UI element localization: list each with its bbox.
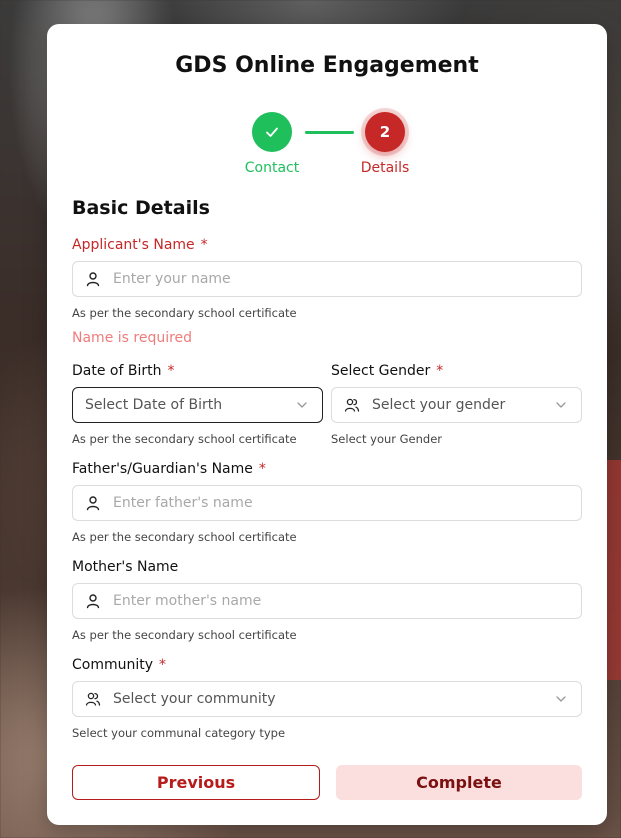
users-icon	[344, 398, 360, 412]
check-icon	[266, 127, 278, 137]
step-details-label: Details	[360, 160, 410, 176]
applicant-name-placeholder: Enter your name	[113, 271, 231, 287]
stepper: 2 Contact Details	[47, 112, 607, 182]
dob-label-text: Date of Birth	[72, 363, 162, 379]
step-details-indicator[interactable]: 2	[365, 112, 405, 152]
mother-name-helper: As per the secondary school certificate	[72, 628, 297, 642]
gender-helper: Select your Gender	[331, 432, 443, 446]
step-connector	[305, 131, 354, 134]
chevron-down-icon	[556, 402, 566, 408]
step-number: 2	[379, 123, 391, 141]
applicant-name-label-text: Applicant's Name	[72, 237, 195, 253]
step-contact-indicator[interactable]	[252, 112, 292, 152]
applicant-name-error: Name is required	[72, 330, 193, 346]
form-card: GDS Online Engagement 2 Contact Details …	[47, 24, 607, 825]
required-mark: *	[258, 461, 266, 477]
dob-placeholder: Select Date of Birth	[85, 397, 223, 413]
mother-name-label: Mother's Name	[72, 559, 179, 575]
gender-label-text: Select Gender	[331, 363, 431, 379]
previous-button[interactable]: Previous	[72, 765, 320, 800]
complete-button[interactable]: Complete	[336, 765, 582, 800]
required-mark: *	[200, 237, 208, 253]
user-icon	[86, 272, 100, 287]
mother-name-placeholder: Enter mother's name	[113, 593, 262, 609]
community-helper: Select your communal category type	[72, 726, 286, 740]
users-icon	[85, 692, 101, 706]
community-placeholder: Select your community	[113, 691, 276, 707]
dob-helper: As per the secondary school certificate	[72, 432, 297, 446]
gender-label: Select Gender *	[331, 363, 443, 379]
community-select[interactable]: Select your community	[72, 681, 582, 717]
applicant-name-label: Applicant's Name *	[72, 237, 208, 253]
chevron-down-icon	[556, 696, 566, 702]
father-name-placeholder: Enter father's name	[113, 495, 253, 511]
user-icon	[86, 496, 100, 511]
community-label-text: Community	[72, 657, 154, 673]
section-title: Basic Details	[72, 197, 210, 219]
dob-label: Date of Birth *	[72, 363, 174, 379]
father-name-input[interactable]: Enter father's name	[72, 485, 582, 521]
father-name-label-text: Father's/Guardian's Name	[72, 461, 253, 477]
required-mark: *	[159, 657, 167, 673]
mother-name-input[interactable]: Enter mother's name	[72, 583, 582, 619]
required-mark: *	[436, 363, 444, 379]
dob-select[interactable]: Select Date of Birth	[72, 387, 323, 423]
chevron-down-icon	[297, 402, 307, 408]
user-icon	[86, 594, 100, 609]
page-title: GDS Online Engagement	[175, 53, 479, 78]
gender-placeholder: Select your gender	[372, 397, 506, 413]
applicant-name-input[interactable]: Enter your name	[72, 261, 582, 297]
step-contact-label: Contact	[244, 160, 300, 176]
applicant-name-helper: As per the secondary school certificate	[72, 306, 297, 320]
community-label: Community *	[72, 657, 166, 673]
gender-select[interactable]: Select your gender	[331, 387, 582, 423]
father-name-label: Father's/Guardian's Name *	[72, 461, 266, 477]
required-mark: *	[167, 363, 175, 379]
father-name-helper: As per the secondary school certificate	[72, 530, 297, 544]
